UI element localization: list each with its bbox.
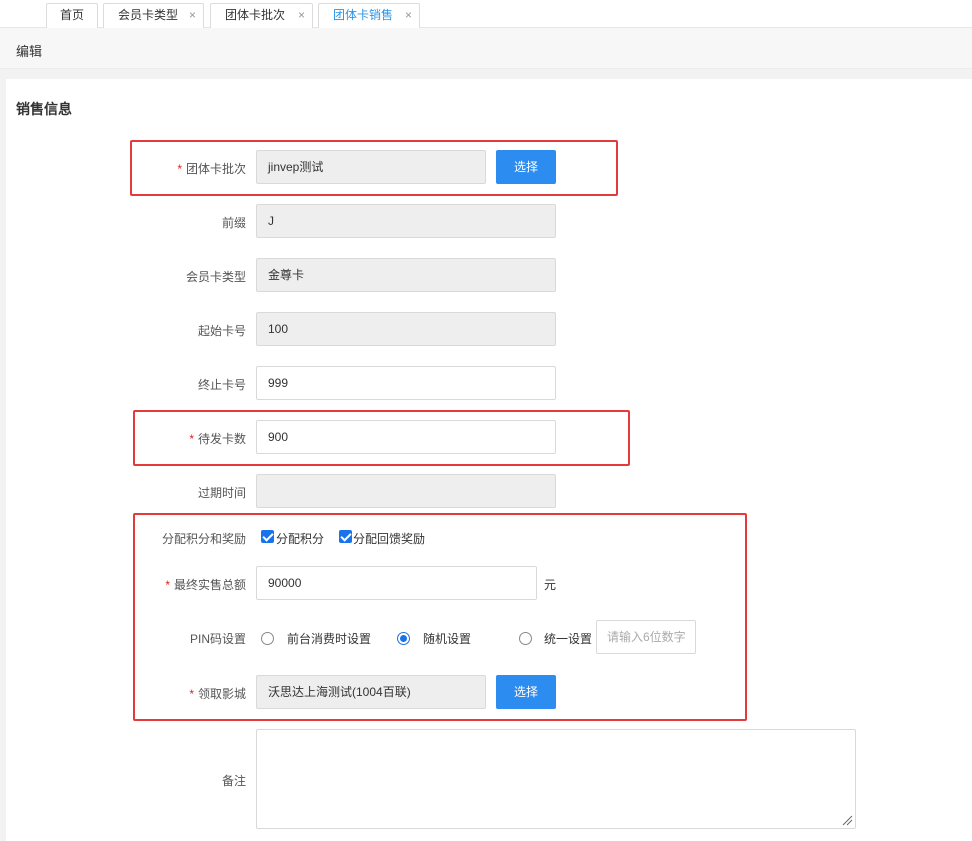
points-label: 分配积分和奖励: [161, 532, 246, 546]
tab-home[interactable]: 首页: [46, 3, 98, 28]
final-total-label: * 最终实售总额: [96, 576, 246, 593]
pending-count-label-text: 待发卡数: [197, 432, 246, 446]
batch-label: * 团体卡批次: [96, 160, 246, 177]
required-mark: *: [189, 432, 194, 446]
pending-count-field[interactable]: 900: [256, 420, 556, 454]
pin-radio-front-desk[interactable]: [261, 632, 274, 645]
end-no-field[interactable]: 999: [256, 366, 556, 400]
section-title: 销售信息: [16, 101, 72, 117]
tab-label: 团体卡批次: [225, 8, 286, 22]
tab-card-type[interactable]: 会员卡类型 ×: [103, 3, 204, 28]
end-no-label: 终止卡号: [197, 378, 246, 392]
required-mark: *: [165, 578, 170, 592]
close-icon[interactable]: ×: [298, 4, 305, 27]
remark-textarea[interactable]: [256, 729, 856, 829]
card-type-label: 会员卡类型: [185, 270, 246, 284]
expire-label: 过期时间: [197, 486, 246, 500]
currency-unit: 元: [544, 578, 557, 592]
start-no-field[interactable]: 100: [256, 312, 556, 346]
allocate-rewards-text: 分配回馈奖励: [353, 532, 426, 546]
form-panel: [6, 79, 972, 841]
prefix-field[interactable]: J: [256, 204, 556, 238]
final-total-label-text: 最终实售总额: [173, 578, 246, 592]
resize-grip-icon[interactable]: [842, 815, 853, 826]
tab-group-sale[interactable]: 团体卡销售 ×: [318, 3, 420, 28]
start-no-label: 起始卡号: [197, 324, 246, 338]
select-cinema-button[interactable]: 选择: [496, 675, 556, 709]
cinema-label: * 领取影城: [96, 685, 246, 702]
card-type-field[interactable]: 金尊卡: [256, 258, 556, 292]
final-total-field[interactable]: 90000: [256, 566, 537, 600]
required-mark: *: [177, 162, 182, 176]
pending-count-label: * 待发卡数: [96, 430, 246, 447]
batch-field[interactable]: jinvep测试: [256, 150, 486, 184]
page-header: 编辑: [0, 28, 972, 69]
tab-label: 首页: [59, 8, 84, 22]
tab-group-batch[interactable]: 团体卡批次 ×: [210, 3, 313, 28]
pin-label: PIN码设置: [189, 632, 246, 646]
remark-label: 备注: [221, 774, 246, 788]
allocate-points-text: 分配积分: [276, 532, 325, 546]
tab-label: 团体卡销售: [333, 8, 394, 22]
allocate-points-checkbox[interactable]: [261, 530, 274, 543]
batch-label-text: 团体卡批次: [185, 162, 246, 176]
tab-label: 会员卡类型: [118, 8, 179, 22]
tab-bar: 首页 会员卡类型 × 团体卡批次 × 团体卡销售 ×: [0, 0, 972, 28]
allocate-rewards-checkbox[interactable]: [339, 530, 352, 543]
page-title: 编辑: [16, 44, 43, 59]
close-icon[interactable]: ×: [405, 4, 412, 27]
pin-option-unified: 统一设置: [544, 632, 593, 646]
pin-radio-unified[interactable]: [519, 632, 532, 645]
pin-option-front-desk: 前台消费时设置: [287, 632, 372, 646]
select-batch-button[interactable]: 选择: [496, 150, 556, 184]
cinema-field[interactable]: 沃思达上海测试(1004百联): [256, 675, 486, 709]
pin-unified-input[interactable]: 请输入6位数字: [596, 620, 696, 654]
required-mark: *: [189, 687, 194, 701]
expire-field[interactable]: [256, 474, 556, 508]
prefix-label: 前缀: [221, 216, 246, 230]
pin-radio-random[interactable]: [397, 632, 410, 645]
pin-option-random: 随机设置: [423, 632, 472, 646]
close-icon[interactable]: ×: [189, 4, 196, 27]
cinema-label-text: 领取影城: [197, 687, 246, 701]
